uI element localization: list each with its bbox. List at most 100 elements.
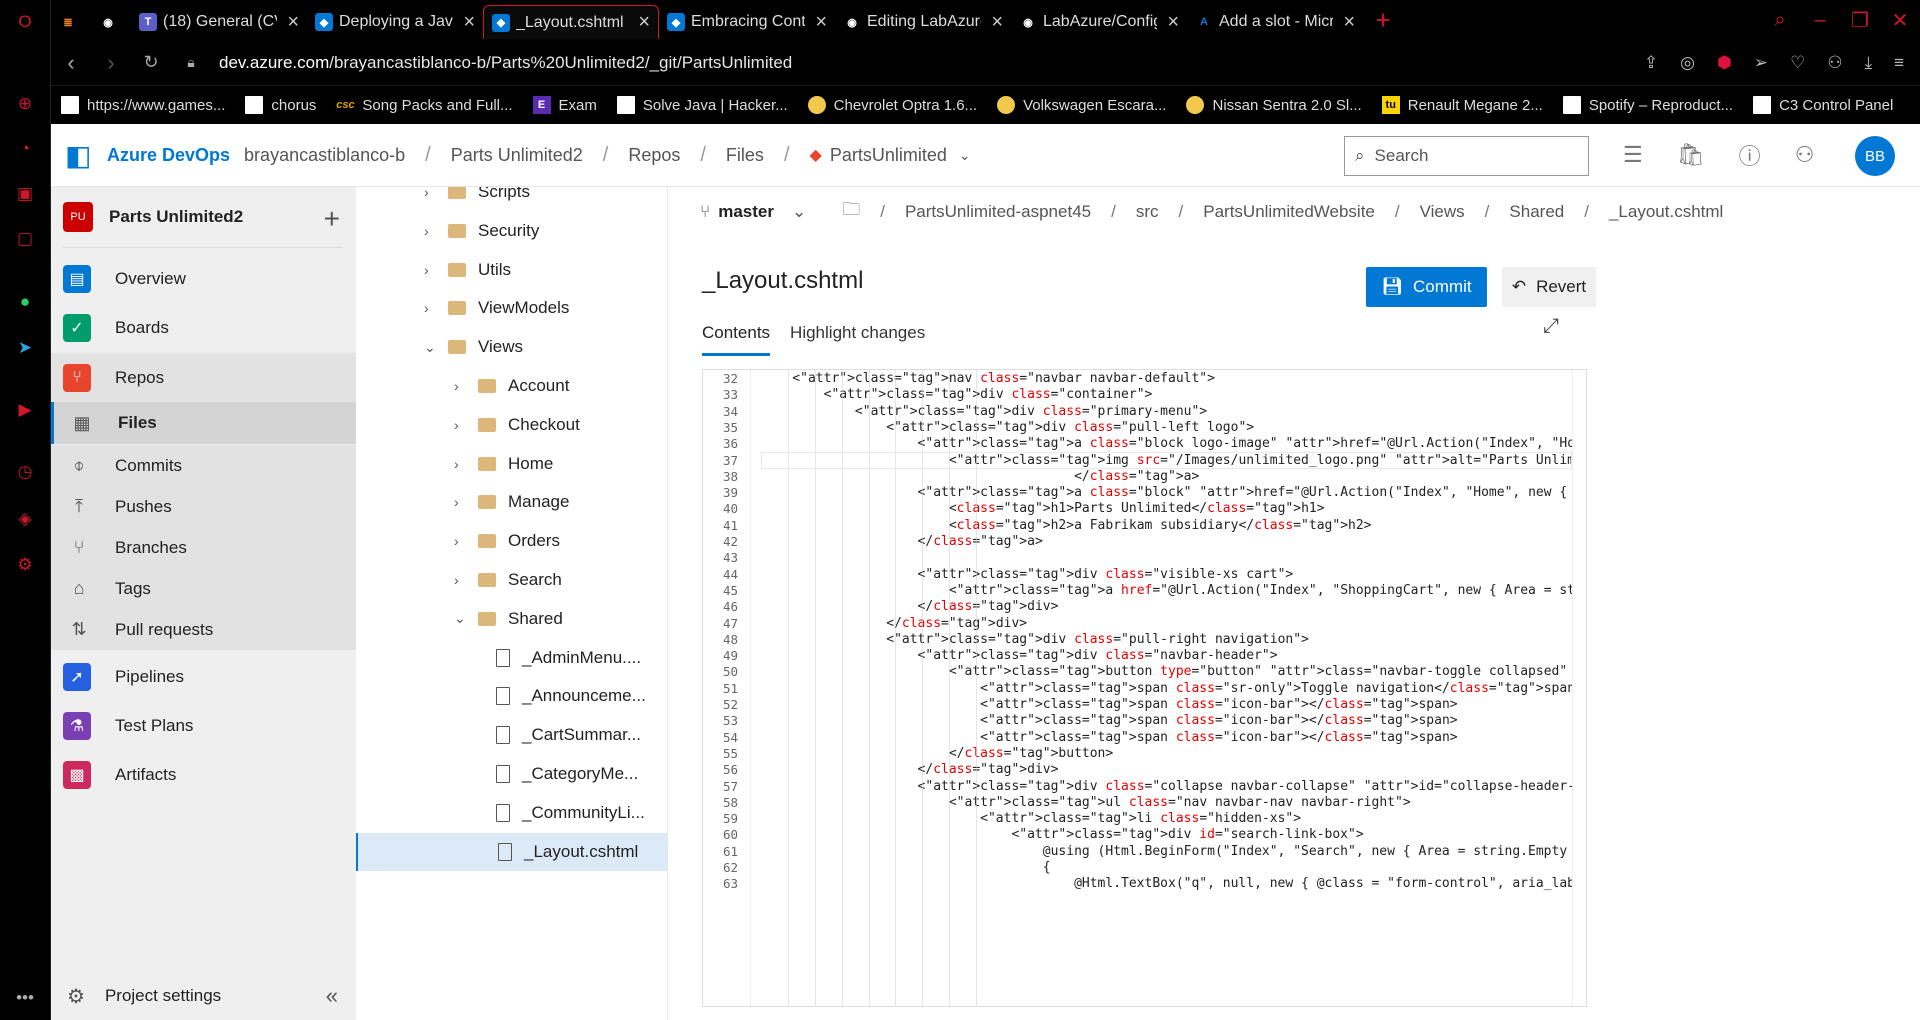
close-icon[interactable]: × <box>1343 11 1355 34</box>
tree-file[interactable]: _CartSummar... <box>356 716 667 754</box>
new-tab-button[interactable]: + <box>1363 5 1403 36</box>
sidebar-item-repos[interactable]: ⑂ Repos <box>51 353 356 402</box>
chevron-right-icon[interactable]: › <box>454 378 470 394</box>
tab-6[interactable]: ◉Editing LabAzure/REA× <box>835 5 1011 39</box>
history-icon[interactable]: ◷ <box>11 458 39 486</box>
code-line[interactable]: <"attr">class="tag">div id="search-link-… <box>761 827 1363 843</box>
code-line[interactable]: </class="tag">div> <box>761 599 1059 615</box>
close-icon[interactable]: × <box>287 11 299 34</box>
tab-3[interactable]: ◆Deploying a Java-base× <box>307 5 483 39</box>
restore-button[interactable]: ❐ <box>1840 8 1880 33</box>
chevron-right-icon[interactable]: › <box>454 572 470 588</box>
whatsapp-icon[interactable]: ● <box>11 288 39 316</box>
repo-selector[interactable]: PartsUnlimited <box>830 145 947 166</box>
code-line[interactable]: <"attr">class="tag">span class="sr-only"… <box>761 681 1572 697</box>
sidebar-item-boards[interactable]: ✓ Boards <box>51 304 356 352</box>
tab-5[interactable]: ◆Embracing Continuous× <box>659 5 835 39</box>
azure-devops-logo-icon[interactable]: ◧ <box>65 140 95 171</box>
path-segment[interactable]: Shared <box>1509 202 1564 222</box>
shield-icon[interactable]: ⬢ <box>1717 53 1732 73</box>
chevron-right-icon[interactable]: › <box>424 300 440 316</box>
sidebar-item-files[interactable]: ▦ Files <box>51 402 356 444</box>
tab-2[interactable]: T(18) General (CVDS22× <box>131 5 307 39</box>
marketplace-icon[interactable]: 🛍︎ <box>1677 142 1705 168</box>
bookmark[interactable]: Solve Java | Hacker... <box>607 96 798 114</box>
code-line[interactable]: <"attr">class="tag">a class="block" "att… <box>761 485 1572 501</box>
chevron-right-icon[interactable]: › <box>454 456 470 472</box>
speed-icon[interactable]: ◔ <box>11 135 39 163</box>
project-name[interactable]: Parts Unlimited2 <box>109 207 243 227</box>
code-line[interactable]: <"attr">class="tag">button type="button"… <box>761 664 1572 680</box>
path-segment[interactable]: PartsUnlimitedWebsite <box>1203 202 1375 222</box>
twitch-icon[interactable]: ▢ <box>11 225 39 253</box>
camera-icon[interactable]: ◎ <box>1680 53 1695 73</box>
code-line[interactable]: </class="tag">a> <box>761 534 1043 550</box>
code-line[interactable]: <"attr">class="tag">span class="icon-bar… <box>761 697 1457 713</box>
game-icon[interactable]: ⊕ <box>11 90 39 118</box>
bookmark[interactable]: https://www.games... <box>51 96 235 114</box>
profile-icon[interactable]: ⚇ <box>1827 53 1842 73</box>
brand-link[interactable]: Azure DevOps <box>107 145 230 166</box>
code-line[interactable]: <"attr">class="tag">div class="container… <box>761 387 1153 403</box>
sidebar-item-branches[interactable]: ⑂ Branches <box>51 527 356 568</box>
path-segment[interactable]: PartsUnlimited-aspnet45 <box>905 202 1091 222</box>
tree-folder[interactable]: › Home <box>356 445 667 483</box>
path-segment[interactable]: src <box>1136 202 1159 222</box>
breadcrumb-files[interactable]: Files <box>726 145 764 166</box>
sidebar-item-test-plans[interactable]: ⚗ Test Plans <box>51 702 356 750</box>
url-field[interactable]: dev.azure.com/brayancastiblanco-b/Parts%… <box>219 53 792 73</box>
close-window-button[interactable]: ✕ <box>1880 8 1920 33</box>
bookmark[interactable]: tu Renault Megane 2... <box>1372 96 1553 114</box>
tree-folder[interactable]: › ViewModels <box>356 289 667 327</box>
code-line[interactable]: @using (Html.BeginForm("Index", "Search"… <box>761 844 1572 860</box>
search-tabs-icon[interactable]: ⌕ <box>1760 8 1800 33</box>
tab-0[interactable]: ≣ <box>51 5 91 39</box>
chevron-down-icon[interactable]: ⌄ <box>959 147 971 164</box>
code-line[interactable]: <"attr">class="tag">div class="pull-righ… <box>761 632 1309 648</box>
tree-folder[interactable]: › Manage <box>356 483 667 521</box>
bookmark[interactable]: Volkswagen Escara... <box>987 96 1176 114</box>
chevron-right-icon[interactable]: › <box>454 533 470 549</box>
back-icon[interactable]: ‹ <box>51 50 91 76</box>
tab-8[interactable]: AAdd a slot - Microsoft× <box>1187 5 1363 39</box>
collapse-icon[interactable]: « <box>326 983 338 1009</box>
reload-icon[interactable]: ↻ <box>131 52 171 73</box>
close-icon[interactable]: × <box>638 11 650 34</box>
sidebar-item-overview[interactable]: ▤ Overview <box>51 255 356 303</box>
minimize-button[interactable]: – <box>1800 8 1840 33</box>
tree-file[interactable]: _Announceme... <box>356 677 667 715</box>
tree-folder[interactable]: › Search <box>356 561 667 599</box>
bookmark[interactable]: Nissan Sentra 2.0 Sl... <box>1176 96 1371 114</box>
code-line[interactable]: <"attr">class="tag">a href="@Url.Action(… <box>761 583 1572 599</box>
forward-icon[interactable]: › <box>91 50 131 76</box>
project-settings[interactable]: ⚙ Project settings « <box>51 972 356 1020</box>
work-items-icon[interactable]: ☰ <box>1623 142 1643 168</box>
code-line[interactable]: @Html.TextBox("q", null, new { @class = … <box>761 876 1572 892</box>
settings-icon[interactable]: ⚙ <box>11 551 39 579</box>
code-line[interactable]: <"attr">class="tag">div class="primary-m… <box>761 404 1207 420</box>
code-line[interactable]: <"attr">class="tag">div class="navbar-he… <box>761 648 1278 664</box>
close-icon[interactable]: × <box>991 11 1003 34</box>
code-editor[interactable]: 32 33 34 35 36 37 38 39 40 41 42 43 44 45 46 47 48 49 50 51… <box>702 369 1587 1007</box>
chevron-down-icon[interactable]: ⌄ <box>424 339 440 356</box>
cube-icon[interactable]: ◈ <box>11 505 39 533</box>
code-line[interactable]: <"attr">class="tag">nav class="navbar na… <box>761 371 1215 387</box>
sidebar-item-pull-requests[interactable]: ⇅ Pull requests <box>51 609 356 650</box>
menu-icon[interactable]: ≡ <box>1894 53 1904 73</box>
tab-contents[interactable]: Contents <box>702 315 771 356</box>
tree-folder[interactable]: › Utils <box>356 251 667 289</box>
chevron-right-icon[interactable]: › <box>424 262 440 278</box>
tree-folder[interactable]: ⌄ Views <box>356 328 667 366</box>
sidebar-item-commits[interactable]: ⌽ Commits <box>51 445 356 486</box>
tree-file[interactable]: _Layout.cshtml <box>356 832 667 871</box>
heart-icon[interactable]: ♡ <box>1790 53 1805 73</box>
share-icon[interactable]: ⇪ <box>1644 53 1658 73</box>
bookmark[interactable]: csc Song Packs and Full... <box>326 96 522 114</box>
breadcrumb-project[interactable]: Parts Unlimited2 <box>451 145 583 166</box>
expand-icon[interactable]: ⤢ <box>1543 315 1559 338</box>
code-line[interactable]: </class="tag">div> <box>761 762 1059 778</box>
code-line[interactable]: <class="tag">h1>Parts Unlimited</class="… <box>761 501 1325 517</box>
tab-4[interactable]: ◆_Layout.cshtml - Repo× <box>483 5 659 39</box>
bag-icon[interactable]: ▣ <box>11 180 39 208</box>
sidebar-item-pushes[interactable]: ⤒ Pushes <box>51 486 356 527</box>
